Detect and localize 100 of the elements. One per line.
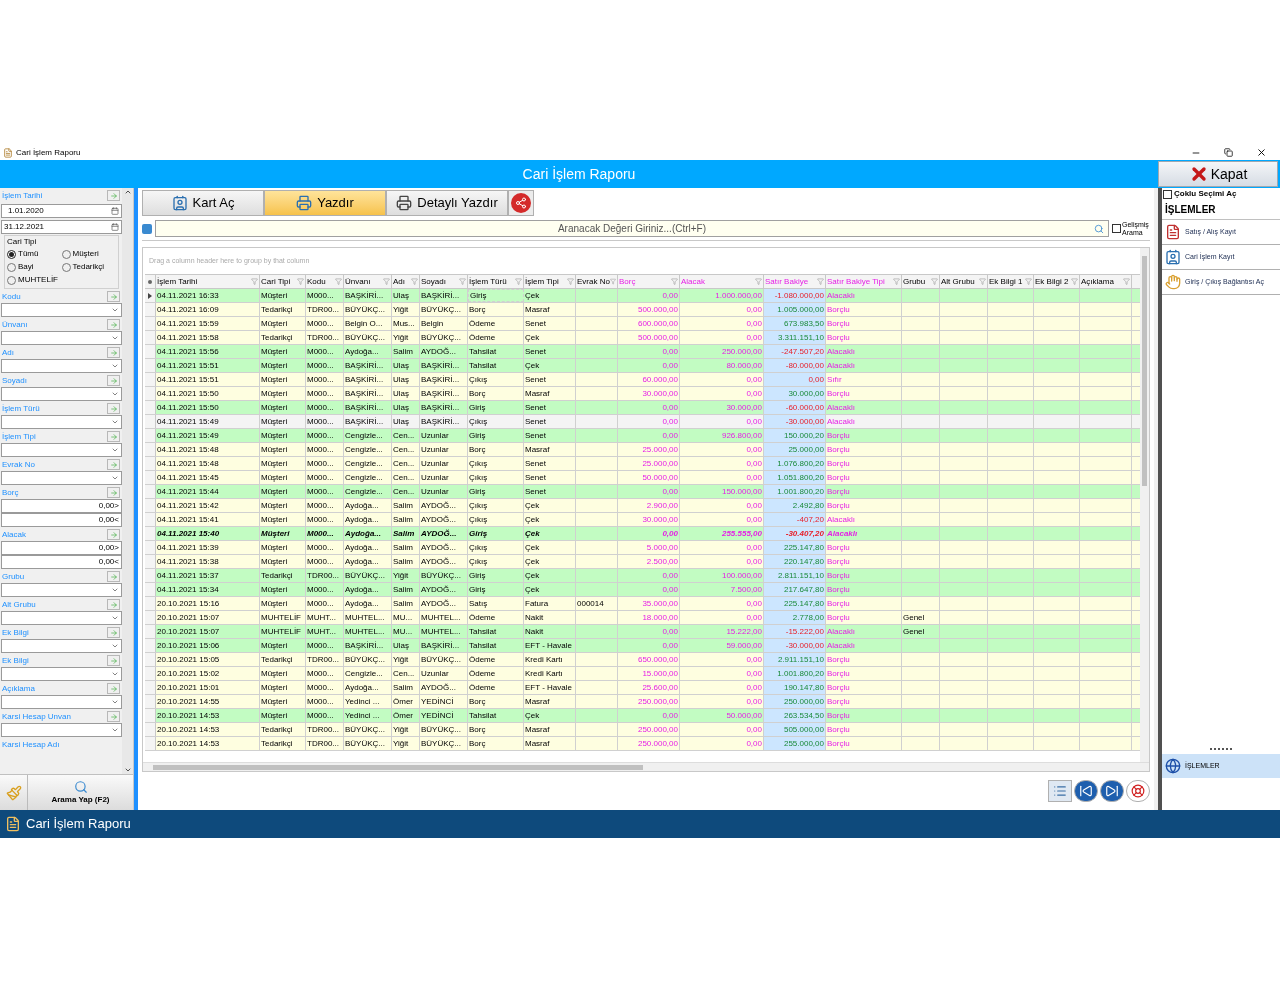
- combo-field[interactable]: [1, 443, 122, 457]
- arrow-button[interactable]: [107, 431, 120, 442]
- table-row[interactable]: 20.10.2021 15:07 MUHTELİF MUHT... MUHTEL... MU... MUHTEL... Tahsilat Nakit 0,00 15.222,00 -15.222,00 Alacaklı Genel: [145, 625, 1140, 639]
- last-record-button[interactable]: [1100, 780, 1124, 802]
- advanced-search-checkbox[interactable]: [1112, 224, 1121, 233]
- search-button[interactable]: Arama Yap (F2): [28, 775, 133, 810]
- amount-field[interactable]: 0,00>: [1, 541, 122, 555]
- combo-field[interactable]: [1, 639, 122, 653]
- arrow-button[interactable]: [107, 459, 120, 470]
- table-row[interactable]: 04.11.2021 15:50 Müşteri M000... BAŞKİRİ... Ulaş BAŞKİRİ... Giriş Senet 0,00 30.000,00 -60.000,00 Alacaklı: [145, 401, 1140, 415]
- column-header[interactable]: Adı: [392, 275, 420, 288]
- table-row[interactable]: 20.10.2021 15:05 Tedarikçi TDR00... BÜYÜKÇ... Yiğit BÜYÜKÇ... Ödeme Kredi Kartı 650.000,00 0,00 2.911.151,10 Borçlu: [145, 653, 1140, 667]
- combo-field[interactable]: [1, 303, 122, 317]
- column-header[interactable]: Grubu: [902, 275, 940, 288]
- table-row[interactable]: 20.10.2021 15:16 Müşteri M000... Aydoğa... Salim AYDOĞ... Satış Fatura 000014 35.000,00 0,00 225.147,80 Borçlu: [145, 597, 1140, 611]
- arrow-button[interactable]: [107, 529, 120, 540]
- table-row[interactable]: 20.10.2021 14:53 Tedarikçi TDR00... BÜYÜKÇ... Yiğit BÜYÜKÇ... Borç Masraf 250.000,00 0,00 255.000,00 Borçlu: [145, 737, 1140, 751]
- arrow-button[interactable]: [107, 599, 120, 610]
- close-form-button[interactable]: Kapat: [1158, 161, 1278, 187]
- table-row[interactable]: 20.10.2021 14:53 Müşteri M000... Yedinci ... Ömer YEDİNCİ Tahsilat Çek 0,00 50.000,00 263.534,50 Borçlu: [145, 709, 1140, 723]
- combo-field[interactable]: [1, 359, 122, 373]
- combo-field[interactable]: [1, 667, 122, 681]
- arrow-button[interactable]: [107, 627, 120, 638]
- column-header[interactable]: İşlem Türü: [468, 275, 524, 288]
- combo-field[interactable]: [1, 695, 122, 709]
- radio-option[interactable]: Tedarikçi: [61, 261, 116, 273]
- table-row[interactable]: 20.10.2021 15:07 MUHTELİF MUHT... MUHTEL... MU... MUHTEL... Ödeme Nakit 18.000,00 0,00 2.778,00 Borçlu Genel: [145, 611, 1140, 625]
- radio-option[interactable]: Müşteri: [61, 248, 116, 260]
- first-record-button[interactable]: [1074, 780, 1098, 802]
- search-field[interactable]: Aranacak Değeri Giriniz...(Ctrl+F): [155, 220, 1109, 237]
- amount-field[interactable]: 0,00<: [1, 513, 122, 527]
- close-icon[interactable]: [1256, 147, 1267, 158]
- combo-field[interactable]: [1, 387, 122, 401]
- toolbar-button[interactable]: Yazdır: [264, 190, 386, 216]
- table-row[interactable]: 04.11.2021 15:51 Müşteri M000... BAŞKİRİ... Ulaş BAŞKİRİ... Tahsilat Çek 0,00 80.000,00 -80.000,00 Alacaklı: [145, 359, 1140, 373]
- table-row[interactable]: 04.11.2021 16:09 Tedarikçi TDR00... BÜYÜKÇ... Yiğit BÜYÜKÇ... Borç Masraf 500.000,00 0,00 1.005.000,00 Borçlu: [145, 303, 1140, 317]
- toolbar-button[interactable]: Kart Aç: [142, 190, 264, 216]
- restore-icon[interactable]: [1224, 148, 1233, 157]
- table-row[interactable]: 04.11.2021 15:48 Müşteri M000... Cengizle... Cen... Uzunlar Borç Masraf 25.000,00 0,00 25.000,00 Borçlu: [145, 443, 1140, 457]
- table-row[interactable]: 04.11.2021 15:58 Tedarikçi TDR00... BÜYÜKÇ... Yiğit BÜYÜKÇ... Ödeme Çek 500.000,00 0,00 3.311.151,10 Borçlu: [145, 331, 1140, 345]
- column-header[interactable]: Ek Bilgi 2: [1034, 275, 1080, 288]
- column-header[interactable]: Ünvanı: [344, 275, 392, 288]
- column-header[interactable]: Kodu: [306, 275, 344, 288]
- table-row[interactable]: 04.11.2021 15:51 Müşteri M000... BAŞKİRİ... Ulaş BAŞKİRİ... Çıkış Senet 60.000,00 0,00 0,00 Sıfır: [145, 373, 1140, 387]
- column-header[interactable]: Alt Grubu: [940, 275, 988, 288]
- table-row[interactable]: 04.11.2021 15:49 Müşteri M000... BAŞKİRİ... Ulaş BAŞKİRİ... Çıkış Senet 0,00 0,00 -30.000,00 Alacaklı: [145, 415, 1140, 429]
- list-button[interactable]: [1048, 780, 1072, 802]
- table-row[interactable]: 04.11.2021 15:48 Müşteri M000... Cengizle... Cen... Uzunlar Çıkış Senet 25.000,00 0,00 1.076.800,20 Borçlu: [145, 457, 1140, 471]
- table-row[interactable]: 04.11.2021 16:33 Müşteri M000... BAŞKİRİ... Ulaş BAŞKİRİ... Giriş Çek 0,00 1.000.000,00 -1.080.000,00 Alacaklı: [145, 289, 1140, 303]
- table-row[interactable]: 20.10.2021 15:06 Müşteri M000... BAŞKİRİ... Ulaş BAŞKİRİ... Tahsilat EFT - Havale 0,00 59.000,00 -30.000,00 Alacaklı: [145, 639, 1140, 653]
- help-button[interactable]: [1126, 780, 1150, 802]
- table-row[interactable]: 04.11.2021 15:50 Müşteri M000... BAŞKİRİ... Ulaş BAŞKİRİ... Borç Masraf 30.000,00 0,00 30.000,00 Borçlu: [145, 387, 1140, 401]
- scrollbar[interactable]: [122, 188, 133, 774]
- table-row[interactable]: 20.10.2021 14:53 Tedarikçi TDR00... BÜYÜKÇ... Yiğit BÜYÜKÇ... Borç Masraf 250.000,00 0,00 505.000,00 Borçlu: [145, 723, 1140, 737]
- clear-button[interactable]: [0, 775, 28, 810]
- column-header[interactable]: İşlem Tipi: [524, 275, 576, 288]
- combo-field[interactable]: [1, 723, 122, 737]
- table-row[interactable]: 04.11.2021 15:34 Müşteri M000... Aydoğa... Salim AYDOĞ... Giriş Çek 0,00 7.500,00 217.647,80 Borçlu: [145, 583, 1140, 597]
- arrow-button[interactable]: [107, 487, 120, 498]
- arrow-button[interactable]: [107, 347, 120, 358]
- scrollbar[interactable]: [1140, 248, 1149, 762]
- table-row[interactable]: 20.10.2021 14:55 Müşteri M000... Yedinci ... Ömer YEDİNCİ Borç Masraf 250.000,00 0,00 250.000,00 Borçlu: [145, 695, 1140, 709]
- arrow-button[interactable]: [107, 375, 120, 386]
- scrollbar[interactable]: [143, 762, 1149, 771]
- combo-field[interactable]: [1, 471, 122, 485]
- arrow-button[interactable]: [107, 291, 120, 302]
- scroll-down-icon[interactable]: [123, 766, 132, 774]
- radio-option[interactable]: Bayi: [7, 261, 62, 273]
- date-field[interactable]: 31.12.2021: [1, 220, 122, 234]
- column-header[interactable]: Ek Bilgi 1: [988, 275, 1034, 288]
- table-row[interactable]: 04.11.2021 15:44 Müşteri M000... Cengizle... Cen... Uzunlar Giriş Senet 0,00 150.000,00 1.001.800,20 Borçlu: [145, 485, 1140, 499]
- table-row[interactable]: 04.11.2021 15:38 Müşteri M000... Aydoğa... Salim AYDOĞ... Çıkış Çek 2.500,00 0,00 220.147,80 Borçlu: [145, 555, 1140, 569]
- arrow-button[interactable]: [107, 683, 120, 694]
- multi-select-checkbox[interactable]: [1163, 189, 1172, 199]
- amount-field[interactable]: 0,00>: [1, 499, 122, 513]
- table-row[interactable]: 04.11.2021 15:59 Müşteri M000... Belgin O... Mus... Belgin Ödeme Senet 600.000,00 0,00 673.983,50 Borçlu: [145, 317, 1140, 331]
- column-header[interactable]: Açıklama: [1080, 275, 1132, 288]
- table-row[interactable]: 04.11.2021 15:39 Müşteri M000... Aydoğa... Salim AYDOĞ... Çıkış Çek 5.000,00 0,00 225.147,80 Borçlu: [145, 541, 1140, 555]
- date-field[interactable]: 1.01.2020: [1, 204, 122, 218]
- table-row[interactable]: 04.11.2021 15:45 Müşteri M000... Cengizle... Cen... Uzunlar Çıkış Senet 50.000,00 0,00 1.051.800,20 Borçlu: [145, 471, 1140, 485]
- scroll-up-icon[interactable]: [123, 188, 132, 196]
- column-header[interactable]: Cari Tipi: [260, 275, 306, 288]
- combo-field[interactable]: [1, 583, 122, 597]
- radio-option[interactable]: MUHTELİF: [7, 274, 62, 286]
- arrow-button[interactable]: [107, 403, 120, 414]
- table-row[interactable]: 20.10.2021 15:02 Müşteri M000... Cengizle... Cen... Uzunlar Ödeme Kredi Kartı 15.000,00 0,00 1.001.800,20 Borçlu: [145, 667, 1140, 681]
- arrow-button[interactable]: [107, 655, 120, 666]
- radio-option[interactable]: Tümü: [7, 248, 62, 260]
- table-row[interactable]: 04.11.2021 15:40 Müşteri M000... Aydoğa... Salim AYDOĞ... Giriş Çek 0,00 255.555,00 -30.407,20 Alacaklı: [145, 527, 1140, 541]
- row-indicator[interactable]: [145, 289, 156, 302]
- combo-field[interactable]: [1, 415, 122, 429]
- column-header[interactable]: İşlem Tarihi: [156, 275, 260, 288]
- column-header[interactable]: Evrak No: [576, 275, 618, 288]
- combo-field[interactable]: [1, 611, 122, 625]
- table-row[interactable]: 04.11.2021 15:49 Müşteri M000... Cengizle... Cen... Uzunlar Giriş Senet 0,00 926.800,00 150.000,20 Borçlu: [145, 429, 1140, 443]
- amount-field[interactable]: 0,00<: [1, 555, 122, 569]
- table-row[interactable]: 04.11.2021 15:41 Müşteri M000... Aydoğa... Salim AYDOĞ... Çıkış Çek 30.000,00 0,00 -407,20 Alacaklı: [145, 513, 1140, 527]
- arrow-button[interactable]: [107, 711, 120, 722]
- combo-field[interactable]: [1, 331, 122, 345]
- table-row[interactable]: 04.11.2021 15:56 Müşteri M000... Aydoğa... Salim AYDOĞ... Tahsilat Senet 0,00 250.000,00 -247.507,20 Alacaklı: [145, 345, 1140, 359]
